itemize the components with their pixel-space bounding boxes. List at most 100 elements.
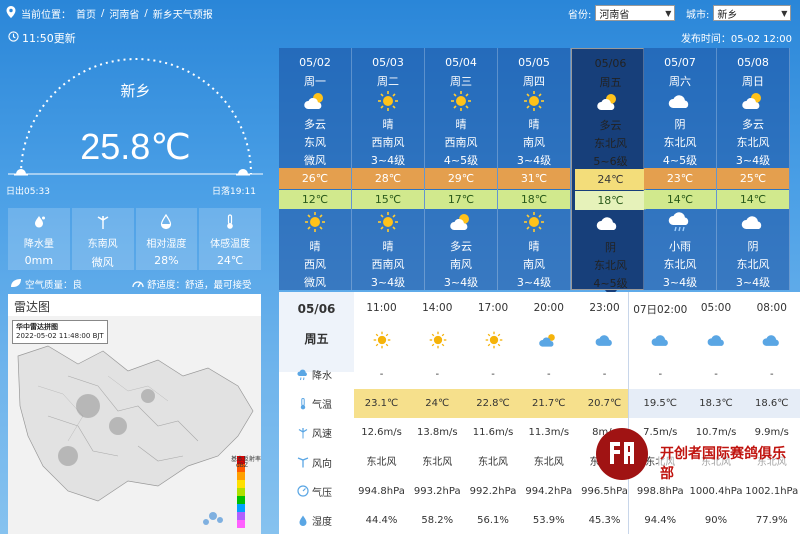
hourly-cell: - xyxy=(602,369,607,380)
air-quality-line: 空气质量：良 舒适度：舒适，最可接受 xyxy=(8,276,261,292)
province-select[interactable]: 河南省 ▼ xyxy=(595,5,676,21)
forecast-day-weather: 晴 xyxy=(528,118,540,131)
forecast-day-wind: 东风 xyxy=(304,136,326,149)
hourly-cell: 13.8m/s xyxy=(416,427,458,439)
forecast-day-wind: 南风 xyxy=(523,136,545,149)
sunny-icon xyxy=(484,330,504,353)
forecast-day-05-04[interactable]: 05/04 周三晴西南风 4~5级 29℃ 17℃ 多云 南风 3~4级 xyxy=(425,48,498,290)
rain-cloud-icon xyxy=(297,369,309,381)
cloudy-icon xyxy=(741,211,765,236)
thermometer-icon xyxy=(297,397,309,410)
wind-direction-icon xyxy=(297,456,309,468)
hourly-cell: 11.3m/s xyxy=(528,427,570,439)
forecast-night-wind: 南风 xyxy=(450,258,472,271)
wind-speed-icon xyxy=(297,427,309,439)
hourly-row-label: 气压 xyxy=(279,477,354,506)
breadcrumb: 当前位置： 首页 / 河南省 / 新乡天气预报 xyxy=(6,5,213,21)
stat-wind: 东南风 微风 xyxy=(71,208,134,270)
forecast-low-temp: 14℃ xyxy=(644,190,716,209)
hourly-cell: 58.2% xyxy=(421,515,454,526)
hourly-cell: - xyxy=(658,369,663,380)
forecast-night-weather: 晴 xyxy=(528,240,540,253)
hourly-cell: 44.4% xyxy=(365,515,398,526)
row-label-text: 风速 xyxy=(312,429,332,441)
publish-time: 发布时间：05-02 12:00 xyxy=(680,34,792,45)
hourly-cell: 56.1% xyxy=(477,515,509,526)
forecast-low-temp: 17℃ xyxy=(425,190,497,209)
forecast-day-05-07[interactable]: 05/07 周六阴东北风 4~5级 23℃ 14℃ 小雨 东北风 3~4级 xyxy=(644,48,717,290)
wind-turbine-icon xyxy=(95,214,111,233)
forecast-day-05-05[interactable]: 05/05 周四晴南风 3~4级 31℃ 18℃ 晴南风 3~4级 xyxy=(498,48,571,290)
hourly-cell: 24℃ xyxy=(425,398,450,410)
row-label-text: 气压 xyxy=(312,487,332,499)
row-label-text: 降水 xyxy=(312,371,332,382)
forecast-day-05-02[interactable]: 05/02 周一 多云 东风 微风 26℃ 12℃ 晴西风 微风 xyxy=(279,48,352,290)
partly-cloudy-icon xyxy=(596,91,620,116)
breadcrumb-province[interactable]: 河南省 xyxy=(109,6,139,21)
sunrise-icon xyxy=(14,164,28,179)
forecast-day-weather: 多云 xyxy=(599,119,622,132)
hourly-cell: 12.6m/s xyxy=(361,427,402,439)
current-stats: 降水量 0mm 东南风 微风 相对湿度 28% 体感温度 24℃ xyxy=(8,208,261,270)
forecast-week: 周日 xyxy=(742,75,764,88)
stat-label: 东南风 xyxy=(87,239,118,250)
stat-value: 28% xyxy=(154,254,179,267)
stat-label: 相对湿度 xyxy=(146,239,187,250)
forecast-high-temp: 25℃ xyxy=(717,168,789,189)
city-selector: 城市: 新乡 ▼ xyxy=(686,5,792,21)
forecast-night-weather: 阴 xyxy=(747,240,759,253)
sunny-icon xyxy=(449,90,473,115)
radar-map-image[interactable]: 华中雷达拼图 2022-05-02 11:48:00 BJT 基本反射率 dBZ xyxy=(8,316,261,534)
hourly-cell: - xyxy=(379,369,384,380)
hourly-cell: 994.2hPa xyxy=(525,485,573,497)
forecast-date: 05/04 xyxy=(445,56,477,69)
hourly-cell: 东北风 xyxy=(366,456,397,468)
breadcrumb-home[interactable]: 首页 xyxy=(76,6,96,21)
hourly-cell: - xyxy=(769,369,774,380)
hourly-date: 05/06 xyxy=(297,302,336,316)
hourly-cell: 994.8hPa xyxy=(358,485,405,497)
update-time: 11:50更新 xyxy=(8,30,76,46)
hourly-time: 07日02:00 xyxy=(633,304,688,316)
breadcrumb-current: 新乡天气预报 xyxy=(152,9,213,21)
breadcrumb-separator: / xyxy=(144,7,148,19)
stat-label: 降水量 xyxy=(23,239,54,250)
stat-value: 24℃ xyxy=(216,254,244,267)
forecast-day-weather: 多云 xyxy=(742,118,764,131)
forecast-day-05-03[interactable]: 05/03 周二晴西南风 3~4级 28℃ 15℃ 晴西南风 3~4级 xyxy=(352,48,425,290)
forecast-night-wind: 南风 xyxy=(523,258,545,271)
forecast-night-wind-level: 3~4级 xyxy=(735,276,771,289)
row-label-text: 风向 xyxy=(312,458,332,470)
province-selector: 省份: 河南省 ▼ xyxy=(568,5,676,21)
forecast-high-temp: 23℃ xyxy=(644,168,716,189)
current-weather-panel: 新乡 25.8℃ xyxy=(8,46,263,196)
hourly-cell: 18.3℃ xyxy=(699,398,733,410)
city-select[interactable]: 新乡 ▼ xyxy=(713,5,792,21)
partly-cloudy-icon xyxy=(741,90,765,115)
hourly-cell: 94.4% xyxy=(644,515,677,526)
forecast-week: 周一 xyxy=(304,75,326,88)
air-quality-text: 空气质量：良 xyxy=(25,280,83,291)
hourly-time: 20:00 xyxy=(533,302,564,314)
hourly-cell: 东北风 xyxy=(478,456,508,468)
forecast-high-temp: 29℃ xyxy=(425,168,497,189)
hourly-cell: 23.1℃ xyxy=(364,398,399,410)
leaf-icon xyxy=(10,278,22,291)
forecast-day-wind-level: 微风 xyxy=(304,154,326,167)
forecast-day-05-06[interactable]: 05/06 周五 多云 东北风 5~6级 24℃ 18℃ 阴东北风 4~5级 xyxy=(571,48,646,290)
forecast-day-05-08[interactable]: 05/08 周日 多云 东北风 3~4级 25℃ 14℃ 阴东北风 3~4级 xyxy=(717,48,790,290)
forecast-night-wind: 东北风 xyxy=(736,258,770,271)
forecast-day-weather: 多云 xyxy=(304,118,326,131)
province-select-value: 河南省 xyxy=(599,9,630,21)
hourly-cell: 45.3% xyxy=(588,515,621,526)
hourly-cell: 90% xyxy=(704,515,728,526)
cloudy-icon xyxy=(596,212,620,237)
hourly-cell: - xyxy=(546,369,551,380)
hourly-time: 11:00 xyxy=(366,302,397,314)
sunny-icon xyxy=(522,90,546,115)
row-label-text: 湿度 xyxy=(312,517,332,528)
location-pin-icon xyxy=(6,5,16,21)
forecast-high-temp: 31℃ xyxy=(498,168,570,189)
forecast-date: 05/02 xyxy=(299,56,331,69)
forecast-day-wind: 东北风 xyxy=(663,136,697,149)
